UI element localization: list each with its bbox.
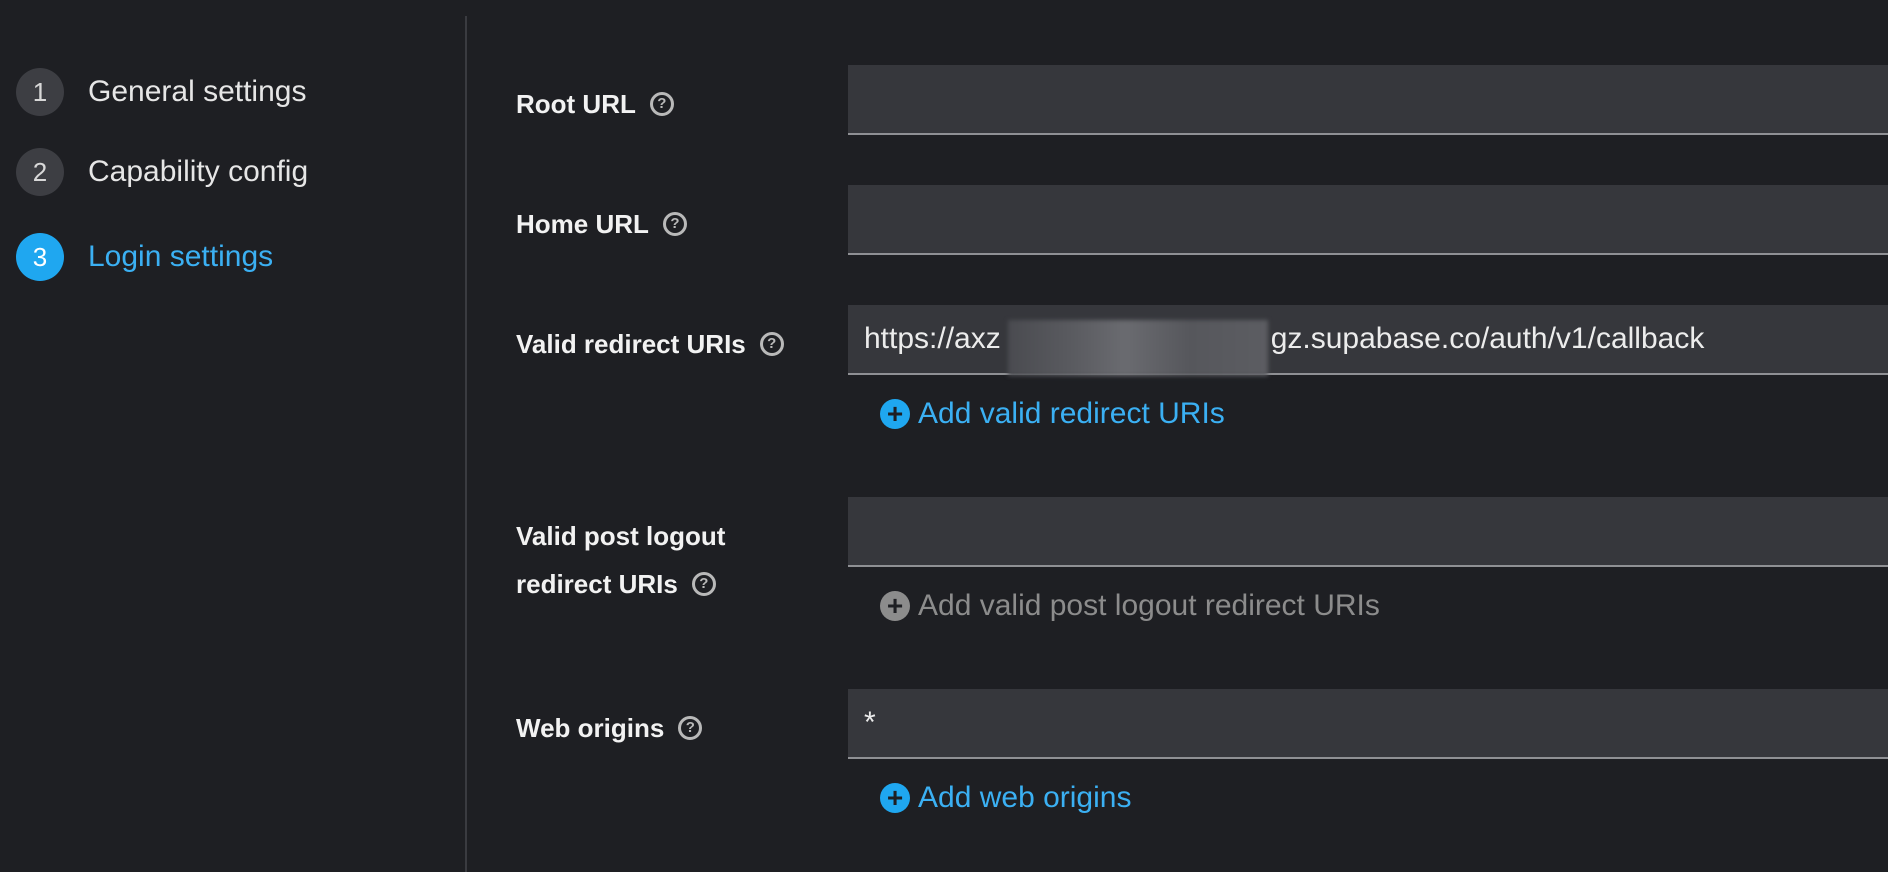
web-origins-label-text: Web origins bbox=[516, 713, 665, 743]
redirect-uris-label: Valid redirect URIs? bbox=[516, 320, 784, 368]
step-label: Login settings bbox=[88, 240, 274, 273]
plus-circle-icon: + bbox=[880, 783, 910, 813]
question-circle-icon[interactable]: ? bbox=[691, 572, 716, 597]
redirect-uri-input[interactable] bbox=[848, 305, 1888, 375]
add-web-origin-button[interactable]: + Add web origins bbox=[880, 778, 1131, 818]
post-logout-uris-label: Valid post logout bbox=[516, 512, 725, 560]
step-label: Capability config bbox=[88, 155, 309, 188]
step-label: General settings bbox=[88, 75, 307, 108]
add-web-origin-label: Add web origins bbox=[918, 781, 1132, 814]
post-logout-uri-input[interactable] bbox=[848, 497, 1888, 567]
post-logout-uris-label-line2: redirect URIs? bbox=[516, 560, 716, 608]
home-url-label-text: Home URL bbox=[516, 209, 649, 239]
plus-circle-icon: + bbox=[880, 399, 910, 429]
add-redirect-uri-label: Add valid redirect URIs bbox=[918, 397, 1225, 430]
root-url-label-text: Root URL bbox=[516, 89, 636, 119]
add-redirect-uri-button[interactable]: + Add valid redirect URIs bbox=[880, 394, 1225, 434]
wizard-steps-nav: 1 General settings 2 Capability config 3… bbox=[0, 0, 466, 872]
step-number-badge: 2 bbox=[16, 148, 64, 196]
root-url-label: Root URL? bbox=[516, 80, 674, 128]
web-origins-label: Web origins? bbox=[516, 704, 703, 752]
client-wizard: 1 General settings 2 Capability config 3… bbox=[0, 0, 1888, 872]
question-circle-icon[interactable]: ? bbox=[759, 332, 784, 357]
add-post-logout-uri-label: Add valid post logout redirect URIs bbox=[918, 589, 1380, 622]
question-circle-icon[interactable]: ? bbox=[662, 212, 687, 237]
step-login-settings[interactable]: 3 Login settings bbox=[16, 233, 273, 281]
home-url-label: Home URL? bbox=[516, 200, 687, 248]
root-url-input[interactable] bbox=[848, 65, 1888, 135]
question-circle-icon[interactable]: ? bbox=[649, 92, 674, 117]
redirect-uris-label-text: Valid redirect URIs bbox=[516, 329, 746, 359]
add-post-logout-uri-button[interactable]: + Add valid post logout redirect URIs bbox=[880, 586, 1380, 626]
vertical-divider bbox=[465, 16, 467, 872]
step-general-settings[interactable]: 1 General settings bbox=[16, 68, 306, 116]
home-url-input[interactable] bbox=[848, 185, 1888, 255]
web-origin-input[interactable] bbox=[848, 689, 1888, 759]
post-logout-label-line1: Valid post logout bbox=[516, 521, 726, 551]
step-capability-config[interactable]: 2 Capability config bbox=[16, 148, 308, 196]
question-circle-icon[interactable]: ? bbox=[678, 716, 703, 741]
step-number-badge: 3 bbox=[16, 233, 64, 281]
step-number-badge: 1 bbox=[16, 68, 64, 116]
plus-circle-icon: + bbox=[880, 591, 910, 621]
post-logout-label-line2: redirect URIs bbox=[516, 569, 678, 599]
